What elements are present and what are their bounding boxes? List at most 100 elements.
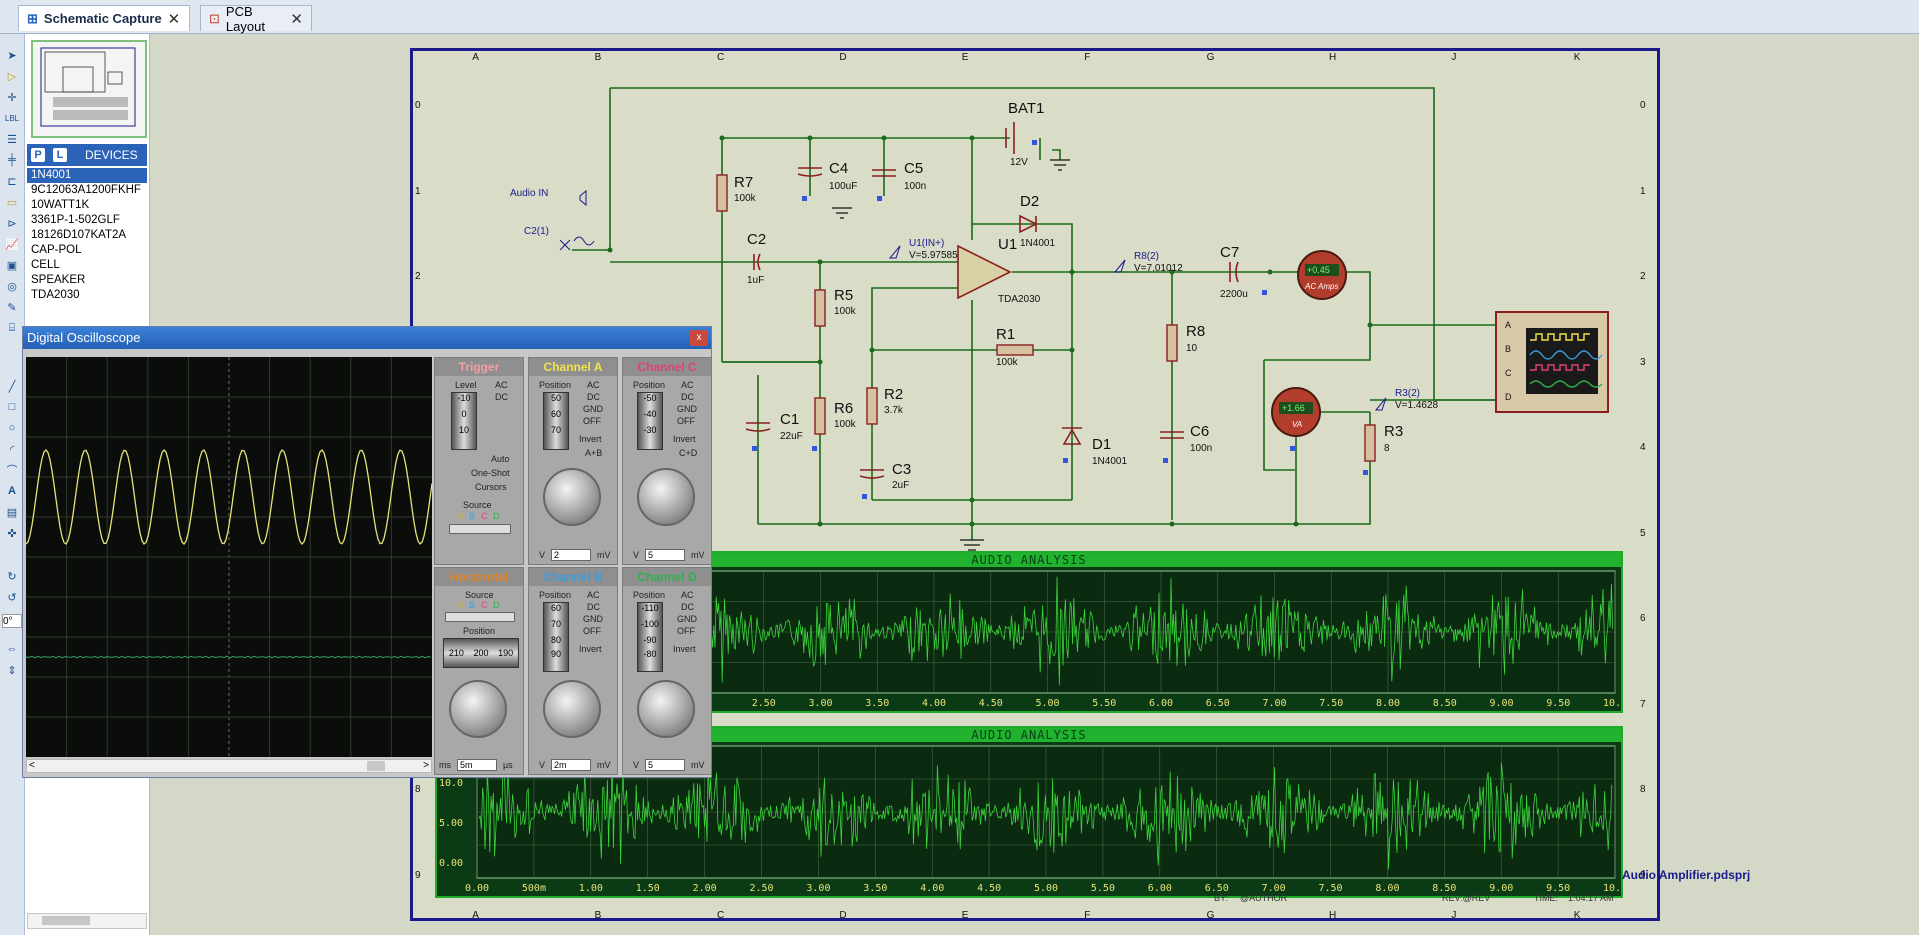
trigger-dc-option[interactable]: DC xyxy=(495,392,508,402)
c-plus-d-option[interactable]: C+D xyxy=(679,448,697,458)
title-block-time-value: 1:04:17 AM xyxy=(1568,893,1614,903)
coupling-ac[interactable]: AC xyxy=(681,590,694,600)
component-value-r1: 100k xyxy=(996,357,1018,368)
channel-a-volts-knob[interactable] xyxy=(543,468,601,526)
coupling-ac[interactable]: AC xyxy=(587,380,600,390)
generator-label: C2(1) xyxy=(524,226,550,237)
source-b[interactable]: B xyxy=(469,511,475,521)
unit-mv: mV xyxy=(691,550,705,560)
source-a[interactable]: A xyxy=(457,600,463,610)
x-tick-label: 3.50 xyxy=(865,698,889,709)
unit-v: V xyxy=(539,550,546,560)
channel-b-scale-field[interactable]: 2m xyxy=(551,759,591,771)
invert-option[interactable]: Invert xyxy=(673,644,696,654)
component-value-r8: 10 xyxy=(1186,343,1198,354)
component-value-c5: 100n xyxy=(904,181,927,192)
coupling-dc[interactable]: DC xyxy=(681,602,694,612)
scope-channel-b: B xyxy=(1505,344,1512,354)
invert-option[interactable]: Invert xyxy=(579,644,602,654)
channel-d-volts-knob[interactable] xyxy=(637,680,695,738)
channel-d-position-dial[interactable]: -110 -100 -90 -80 xyxy=(637,602,663,672)
x-tick-label: 8.00 xyxy=(1376,698,1400,709)
component-label-c5: C5 xyxy=(904,160,924,177)
coupling-dc[interactable]: DC xyxy=(587,392,600,402)
coupling-off[interactable]: OFF xyxy=(583,416,601,426)
component-value-c3: 2uF xyxy=(892,480,910,491)
x-tick-label: 7.50 xyxy=(1319,883,1343,894)
title-block-author: @AUTHOR xyxy=(1240,893,1288,903)
trigger-one-shot-option[interactable]: One-Shot xyxy=(471,468,510,478)
coupling-ac[interactable]: AC xyxy=(681,380,694,390)
coupling-off[interactable]: OFF xyxy=(677,416,695,426)
source-c[interactable]: C xyxy=(481,511,488,521)
horizontal-source-slider[interactable] xyxy=(445,612,515,622)
trigger-auto-option[interactable]: Auto xyxy=(491,454,510,464)
invert-option[interactable]: Invert xyxy=(673,434,696,444)
channel-b-position-dial[interactable]: 60 70 80 90 xyxy=(543,602,569,672)
probe-u1-value: V=5.97585 xyxy=(909,250,958,261)
coupling-gnd[interactable]: GND xyxy=(677,404,697,414)
x-tick-label: 7.00 xyxy=(1263,698,1287,709)
channel-c-scale-field[interactable]: 5 xyxy=(645,549,685,561)
unit-v: V xyxy=(539,760,546,770)
invert-option[interactable]: Invert xyxy=(579,434,602,444)
component-label-c7: C7 xyxy=(1220,244,1240,261)
scope-scrollbar[interactable]: < > xyxy=(26,759,432,773)
x-tick-label: 5.00 xyxy=(1036,698,1060,709)
source-d[interactable]: D xyxy=(493,511,500,521)
coupling-gnd[interactable]: GND xyxy=(677,614,697,624)
digital-oscilloscope-window[interactable]: Digital Oscilloscope x < > Trigger Level… xyxy=(22,326,712,778)
coupling-dc[interactable]: DC xyxy=(587,602,600,612)
x-tick-label: 7.50 xyxy=(1319,698,1343,709)
source-b[interactable]: B xyxy=(469,600,475,610)
channel-a-scale-field[interactable]: 2 xyxy=(551,549,591,561)
component-label-u1: U1 xyxy=(998,236,1018,253)
resistor-r5 xyxy=(814,289,826,327)
timebase-field[interactable]: 5m xyxy=(457,759,497,771)
channel-a-position-dial[interactable]: 50 60 70 xyxy=(543,392,569,450)
a-plus-b-option[interactable]: A+B xyxy=(585,448,602,458)
coupling-off[interactable]: OFF xyxy=(677,626,695,636)
source-c[interactable]: C xyxy=(481,600,488,610)
channel-c-volts-knob[interactable] xyxy=(637,468,695,526)
component-value-r7: 100k xyxy=(734,193,756,204)
component-label-r8: R8 xyxy=(1186,323,1206,340)
dial-value: -110 xyxy=(641,603,659,613)
probe-u1-label: U1(IN+) xyxy=(909,238,945,249)
window-title[interactable]: Digital Oscilloscope xyxy=(23,327,711,349)
scroll-left-icon[interactable]: < xyxy=(29,760,35,771)
coupling-gnd[interactable]: GND xyxy=(583,404,603,414)
x-tick-label: 1.00 xyxy=(579,883,603,894)
source-a[interactable]: A xyxy=(457,511,463,521)
dial-value: 10 xyxy=(458,425,469,435)
horizontal-position-dial[interactable]: 210 200 190 xyxy=(443,638,519,668)
channel-b-volts-knob[interactable] xyxy=(543,680,601,738)
channel-d-scale-field[interactable]: 5 xyxy=(645,759,685,771)
x-tick-label: 4.00 xyxy=(920,883,944,894)
coupling-dc[interactable]: DC xyxy=(681,392,694,402)
x-tick-label: 5.50 xyxy=(1092,698,1116,709)
timebase-knob[interactable] xyxy=(449,680,507,738)
coupling-gnd[interactable]: GND xyxy=(583,614,603,624)
trigger-ac-option[interactable]: AC xyxy=(495,380,508,390)
scope-screen[interactable] xyxy=(25,357,433,757)
trigger-cursors-option[interactable]: Cursors xyxy=(475,482,507,492)
resistor-r3 xyxy=(1364,424,1376,462)
x-tick-label: 9.00 xyxy=(1489,883,1513,894)
y-tick-label: 5.00 xyxy=(439,818,463,829)
coupling-off[interactable]: OFF xyxy=(583,626,601,636)
trigger-source-slider[interactable] xyxy=(449,524,511,534)
channel-c-position-dial[interactable]: -50 -40 -30 xyxy=(637,392,663,450)
scroll-right-icon[interactable]: > xyxy=(423,760,429,771)
trigger-level-dial[interactable]: -10 0 10 xyxy=(451,392,477,450)
x-tick-label: 6.00 xyxy=(1149,698,1173,709)
position-label: Position xyxy=(633,380,666,390)
horizontal-source-label: Source xyxy=(465,590,494,600)
trigger-title: Trigger xyxy=(435,358,523,376)
channel-c-panel: Channel C Position -50 -40 -30 AC DC GND… xyxy=(622,357,712,565)
source-d[interactable]: D xyxy=(493,600,500,610)
scroll-thumb[interactable] xyxy=(367,761,385,771)
component-label-c2: C2 xyxy=(747,231,767,248)
coupling-ac[interactable]: AC xyxy=(587,590,600,600)
close-button[interactable]: x xyxy=(690,330,708,346)
